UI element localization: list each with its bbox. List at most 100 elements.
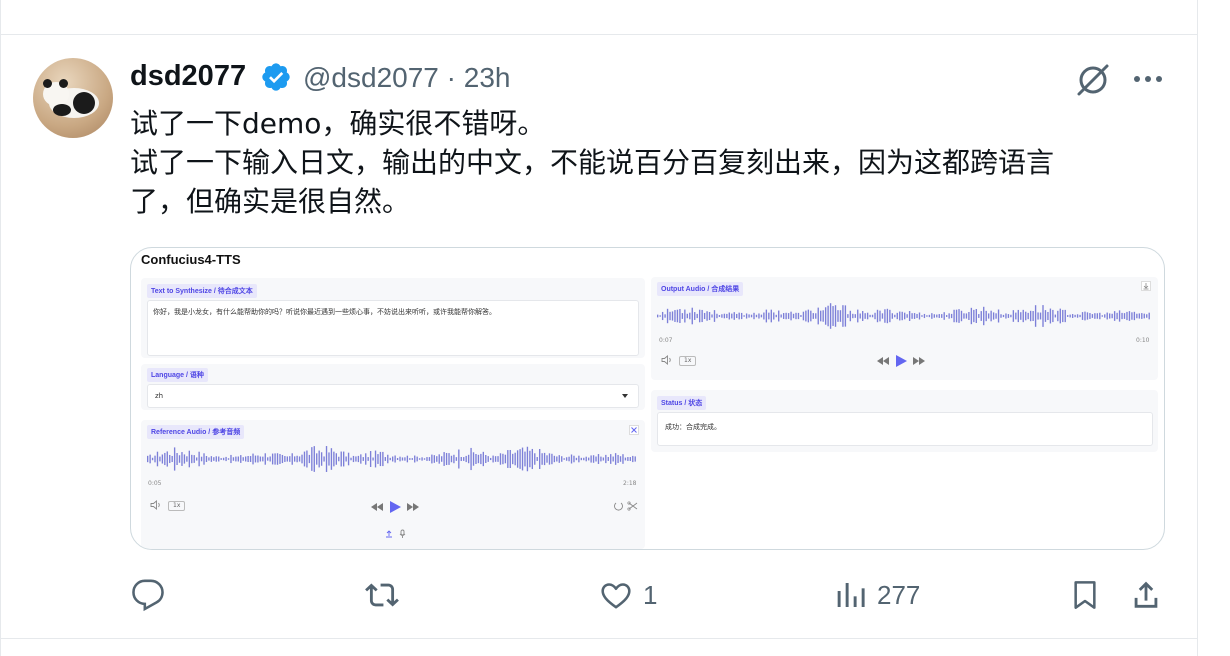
download-icon[interactable] xyxy=(1141,281,1151,291)
waveform-bar xyxy=(795,312,797,320)
waveform-bar xyxy=(465,455,467,463)
waveform-bar xyxy=(965,313,968,319)
verified-badge-icon[interactable] xyxy=(260,61,292,93)
waveform-bar xyxy=(1096,313,1099,319)
reference-waveform[interactable] xyxy=(147,444,637,474)
waveform-bar xyxy=(1116,312,1118,320)
close-icon[interactable] xyxy=(629,425,639,435)
avatar-panda-ear xyxy=(59,79,68,88)
waveform-bar xyxy=(674,310,676,322)
waveform-bar xyxy=(854,314,856,318)
waveform-bar xyxy=(154,455,156,463)
views-button[interactable]: 277 xyxy=(835,575,920,615)
more-options-icon[interactable] xyxy=(1131,66,1165,92)
waveform-bar xyxy=(311,447,313,471)
waveform-bar xyxy=(827,305,829,327)
waveform-bar xyxy=(624,457,627,461)
waveform-bar xyxy=(235,456,237,462)
waveform-bar xyxy=(605,454,607,464)
waveform-bar xyxy=(839,310,842,322)
waveform-bar xyxy=(1081,312,1084,320)
output-duration: 0:10 xyxy=(1136,337,1150,344)
language-panel-label: Language / 语种 xyxy=(147,368,208,382)
waveform-bar xyxy=(507,450,509,468)
undo-trim-icon[interactable] xyxy=(613,501,639,511)
output-playback-rate[interactable]: 1x xyxy=(679,356,697,366)
waveform-bar xyxy=(438,454,440,464)
waveform-bar xyxy=(1086,312,1089,320)
waveform-bar xyxy=(1042,305,1044,327)
waveform-bar xyxy=(541,453,543,465)
waveform-bar xyxy=(340,451,342,467)
volume-icon[interactable] xyxy=(661,355,673,365)
waveform-bar xyxy=(499,453,502,465)
waveform-bar xyxy=(963,313,965,319)
left-border xyxy=(0,0,1,656)
upload-mic-icon[interactable] xyxy=(385,529,409,539)
waveform-bar xyxy=(553,455,556,463)
waveform-bar xyxy=(271,453,274,465)
waveform-bar xyxy=(296,455,298,463)
waveform-bar xyxy=(448,453,450,465)
share-button[interactable] xyxy=(1129,575,1163,615)
waveform-bar xyxy=(896,312,898,320)
handle-and-time[interactable]: @dsd2077 · 23h xyxy=(303,62,510,94)
waveform-bar xyxy=(1020,312,1022,320)
waveform-bar xyxy=(173,447,176,471)
waveform-bar xyxy=(975,308,977,323)
waveform-bar xyxy=(367,457,369,461)
waveform-bar xyxy=(191,454,193,464)
bookmark-icon xyxy=(1074,581,1096,609)
status-label: Status / 状态 xyxy=(657,396,707,410)
like-button[interactable]: 1 xyxy=(599,575,657,615)
waveform-bar xyxy=(881,313,884,319)
reference-playback-rate[interactable]: 1x xyxy=(168,501,186,511)
repost-button[interactable] xyxy=(363,575,411,615)
waveform-bar xyxy=(551,453,553,465)
display-name[interactable]: dsd2077 xyxy=(130,60,246,93)
waveform-bar xyxy=(708,311,711,321)
media-screenshot[interactable]: Confucius4-TTS Text to Synthesize / 待合成文… xyxy=(130,247,1165,550)
waveform-bar xyxy=(382,451,384,467)
waveform-bar xyxy=(1143,313,1145,319)
waveform-bar xyxy=(436,456,438,462)
waveform-bar xyxy=(728,312,730,320)
waveform-bar xyxy=(1027,312,1029,320)
waveform-bar xyxy=(335,453,337,465)
waveform-bar xyxy=(502,453,504,465)
waveform-bar xyxy=(406,455,409,463)
waveform-bar xyxy=(1007,314,1010,318)
waveform-bar xyxy=(817,307,819,325)
waveform-bar xyxy=(661,311,664,321)
output-playback-controls[interactable] xyxy=(873,354,929,368)
waveform-bar xyxy=(210,456,213,462)
bookmark-button[interactable] xyxy=(1069,575,1101,615)
waveform-bar xyxy=(178,455,181,463)
volume-icon[interactable] xyxy=(150,500,162,510)
waveform-bar xyxy=(568,456,570,462)
waveform-bar xyxy=(494,456,497,462)
output-audio-panel: Output Audio / 合成结果 0:07 0:10 1x xyxy=(651,277,1158,380)
waveform-bar xyxy=(782,313,785,319)
waveform-bar xyxy=(492,455,494,463)
grok-icon[interactable] xyxy=(1073,60,1113,100)
waveform-bar xyxy=(1128,311,1131,321)
waveform-bar xyxy=(1044,310,1047,322)
waveform-bar xyxy=(325,446,328,472)
language-select[interactable]: zh xyxy=(147,384,639,408)
text-input[interactable]: 你好，我是小龙女，有什么能帮助你的吗？听说你最近遇到一些烦心事，不妨说出来听听，… xyxy=(147,300,639,356)
waveform-bar xyxy=(213,457,215,461)
language-value: zh xyxy=(155,392,164,400)
reference-playback-controls[interactable] xyxy=(367,500,423,514)
waveform-bar xyxy=(570,454,573,464)
avatar[interactable] xyxy=(33,58,113,138)
waveform-bar xyxy=(531,448,533,470)
reply-button[interactable] xyxy=(131,575,175,615)
output-waveform[interactable] xyxy=(657,302,1151,330)
waveform-bar xyxy=(780,314,782,318)
waveform-bar xyxy=(792,313,795,319)
waveform-bar xyxy=(1052,309,1054,323)
waveform-bar xyxy=(1118,310,1121,322)
waveform-bar xyxy=(1111,313,1113,319)
waveform-bar xyxy=(149,454,151,464)
